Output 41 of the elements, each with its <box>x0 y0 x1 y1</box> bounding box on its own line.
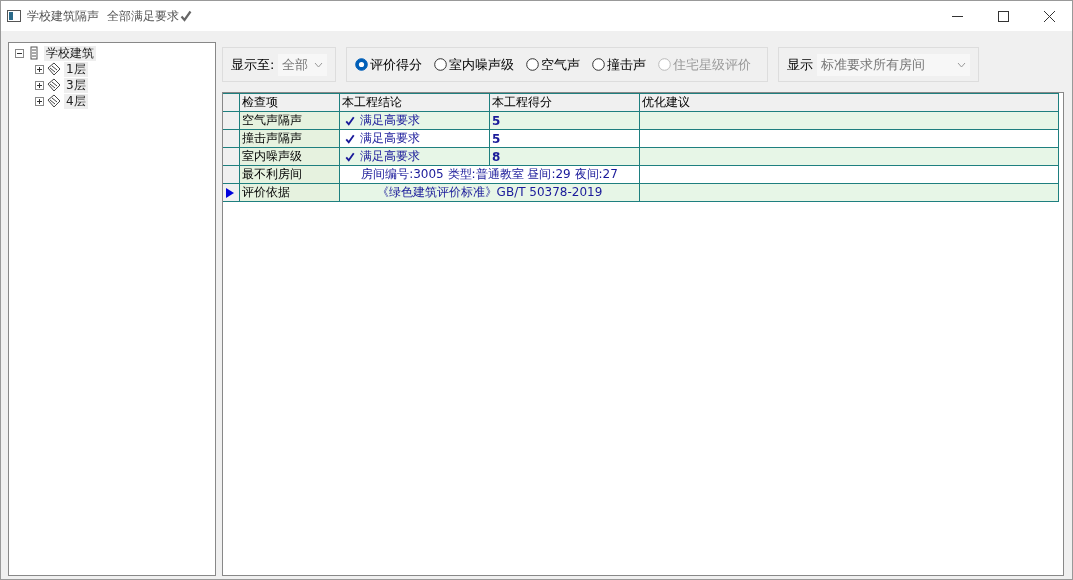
table-cell: 满足高要求 <box>342 130 487 147</box>
show-to-dropdown[interactable]: 全部 <box>278 53 328 76</box>
tree-item[interactable]: 3层 <box>64 77 88 93</box>
tree-item[interactable]: 学校建筑 <box>44 45 96 61</box>
column-header[interactable]: 本工程结论 <box>339 93 490 112</box>
radio-option[interactable]: 室内噪声级 <box>434 55 515 74</box>
radio-icon <box>592 58 606 71</box>
radio-option[interactable]: 评价得分 <box>355 55 423 74</box>
dropdown-icon <box>314 61 324 68</box>
table-cell: 5 <box>489 129 640 148</box>
floor-icon <box>46 78 62 92</box>
expand-icon[interactable] <box>35 80 44 90</box>
field-label: 显示至: <box>231 55 275 74</box>
floor-icon <box>46 94 62 108</box>
column-header[interactable]: 检查项 <box>239 93 340 112</box>
window-title: 学校建筑隔声 <box>27 7 99 25</box>
column-header[interactable]: 优化建议 <box>639 93 1059 112</box>
table-cell: 满足高要求 <box>342 148 487 165</box>
collapse-icon[interactable] <box>15 48 24 58</box>
table-cell: 满足高要求 <box>342 112 487 129</box>
status-text: 全部满足要求 <box>107 7 179 25</box>
tree-item[interactable]: 1层 <box>64 61 88 77</box>
maximize-icon <box>997 10 1009 22</box>
field-label: 显示 <box>787 55 814 74</box>
column-header[interactable]: 本工程得分 <box>489 93 640 112</box>
dropdown-icon <box>957 61 967 68</box>
radio-icon <box>526 58 540 71</box>
checkmark-icon <box>180 10 192 22</box>
close-icon <box>1043 10 1055 22</box>
table-cell: 房间编号:3005 类型:普通教室 昼间:29 夜间:27 <box>339 165 640 184</box>
display-dropdown[interactable]: 标准要求所有房间 <box>817 53 971 76</box>
floor-icon <box>46 62 62 76</box>
expand-icon[interactable] <box>35 64 44 74</box>
radio-icon <box>355 58 369 71</box>
app-icon <box>7 10 21 22</box>
radio-icon <box>658 58 672 71</box>
radio-option[interactable]: 空气声 <box>526 55 581 74</box>
expand-icon[interactable] <box>35 96 44 106</box>
radio-option[interactable]: 撞击声 <box>592 55 647 74</box>
radio-icon <box>434 58 448 71</box>
tree-item[interactable]: 4层 <box>64 93 88 109</box>
